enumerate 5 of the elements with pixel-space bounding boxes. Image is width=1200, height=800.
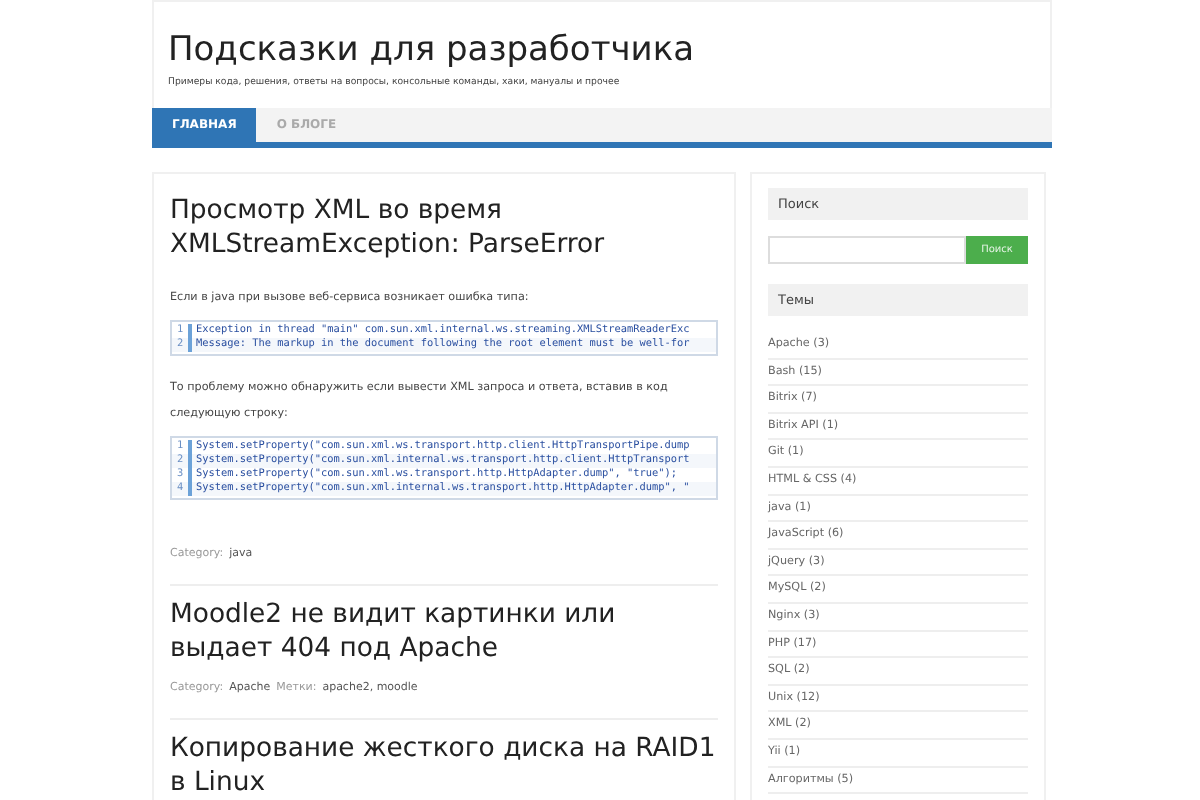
- post-title[interactable]: Moodle2 не видит картинки или выдает 404 под Apache: [170, 598, 718, 666]
- post-title[interactable]: Копирование жесткого диска на RAID1 в Linux: [170, 732, 718, 800]
- post-title[interactable]: Просмотр XML во время XMLStreamException: ParseError: [170, 194, 718, 262]
- search-field[interactable]: [768, 236, 966, 264]
- site-title[interactable]: Подсказки для разработчика: [168, 30, 1036, 70]
